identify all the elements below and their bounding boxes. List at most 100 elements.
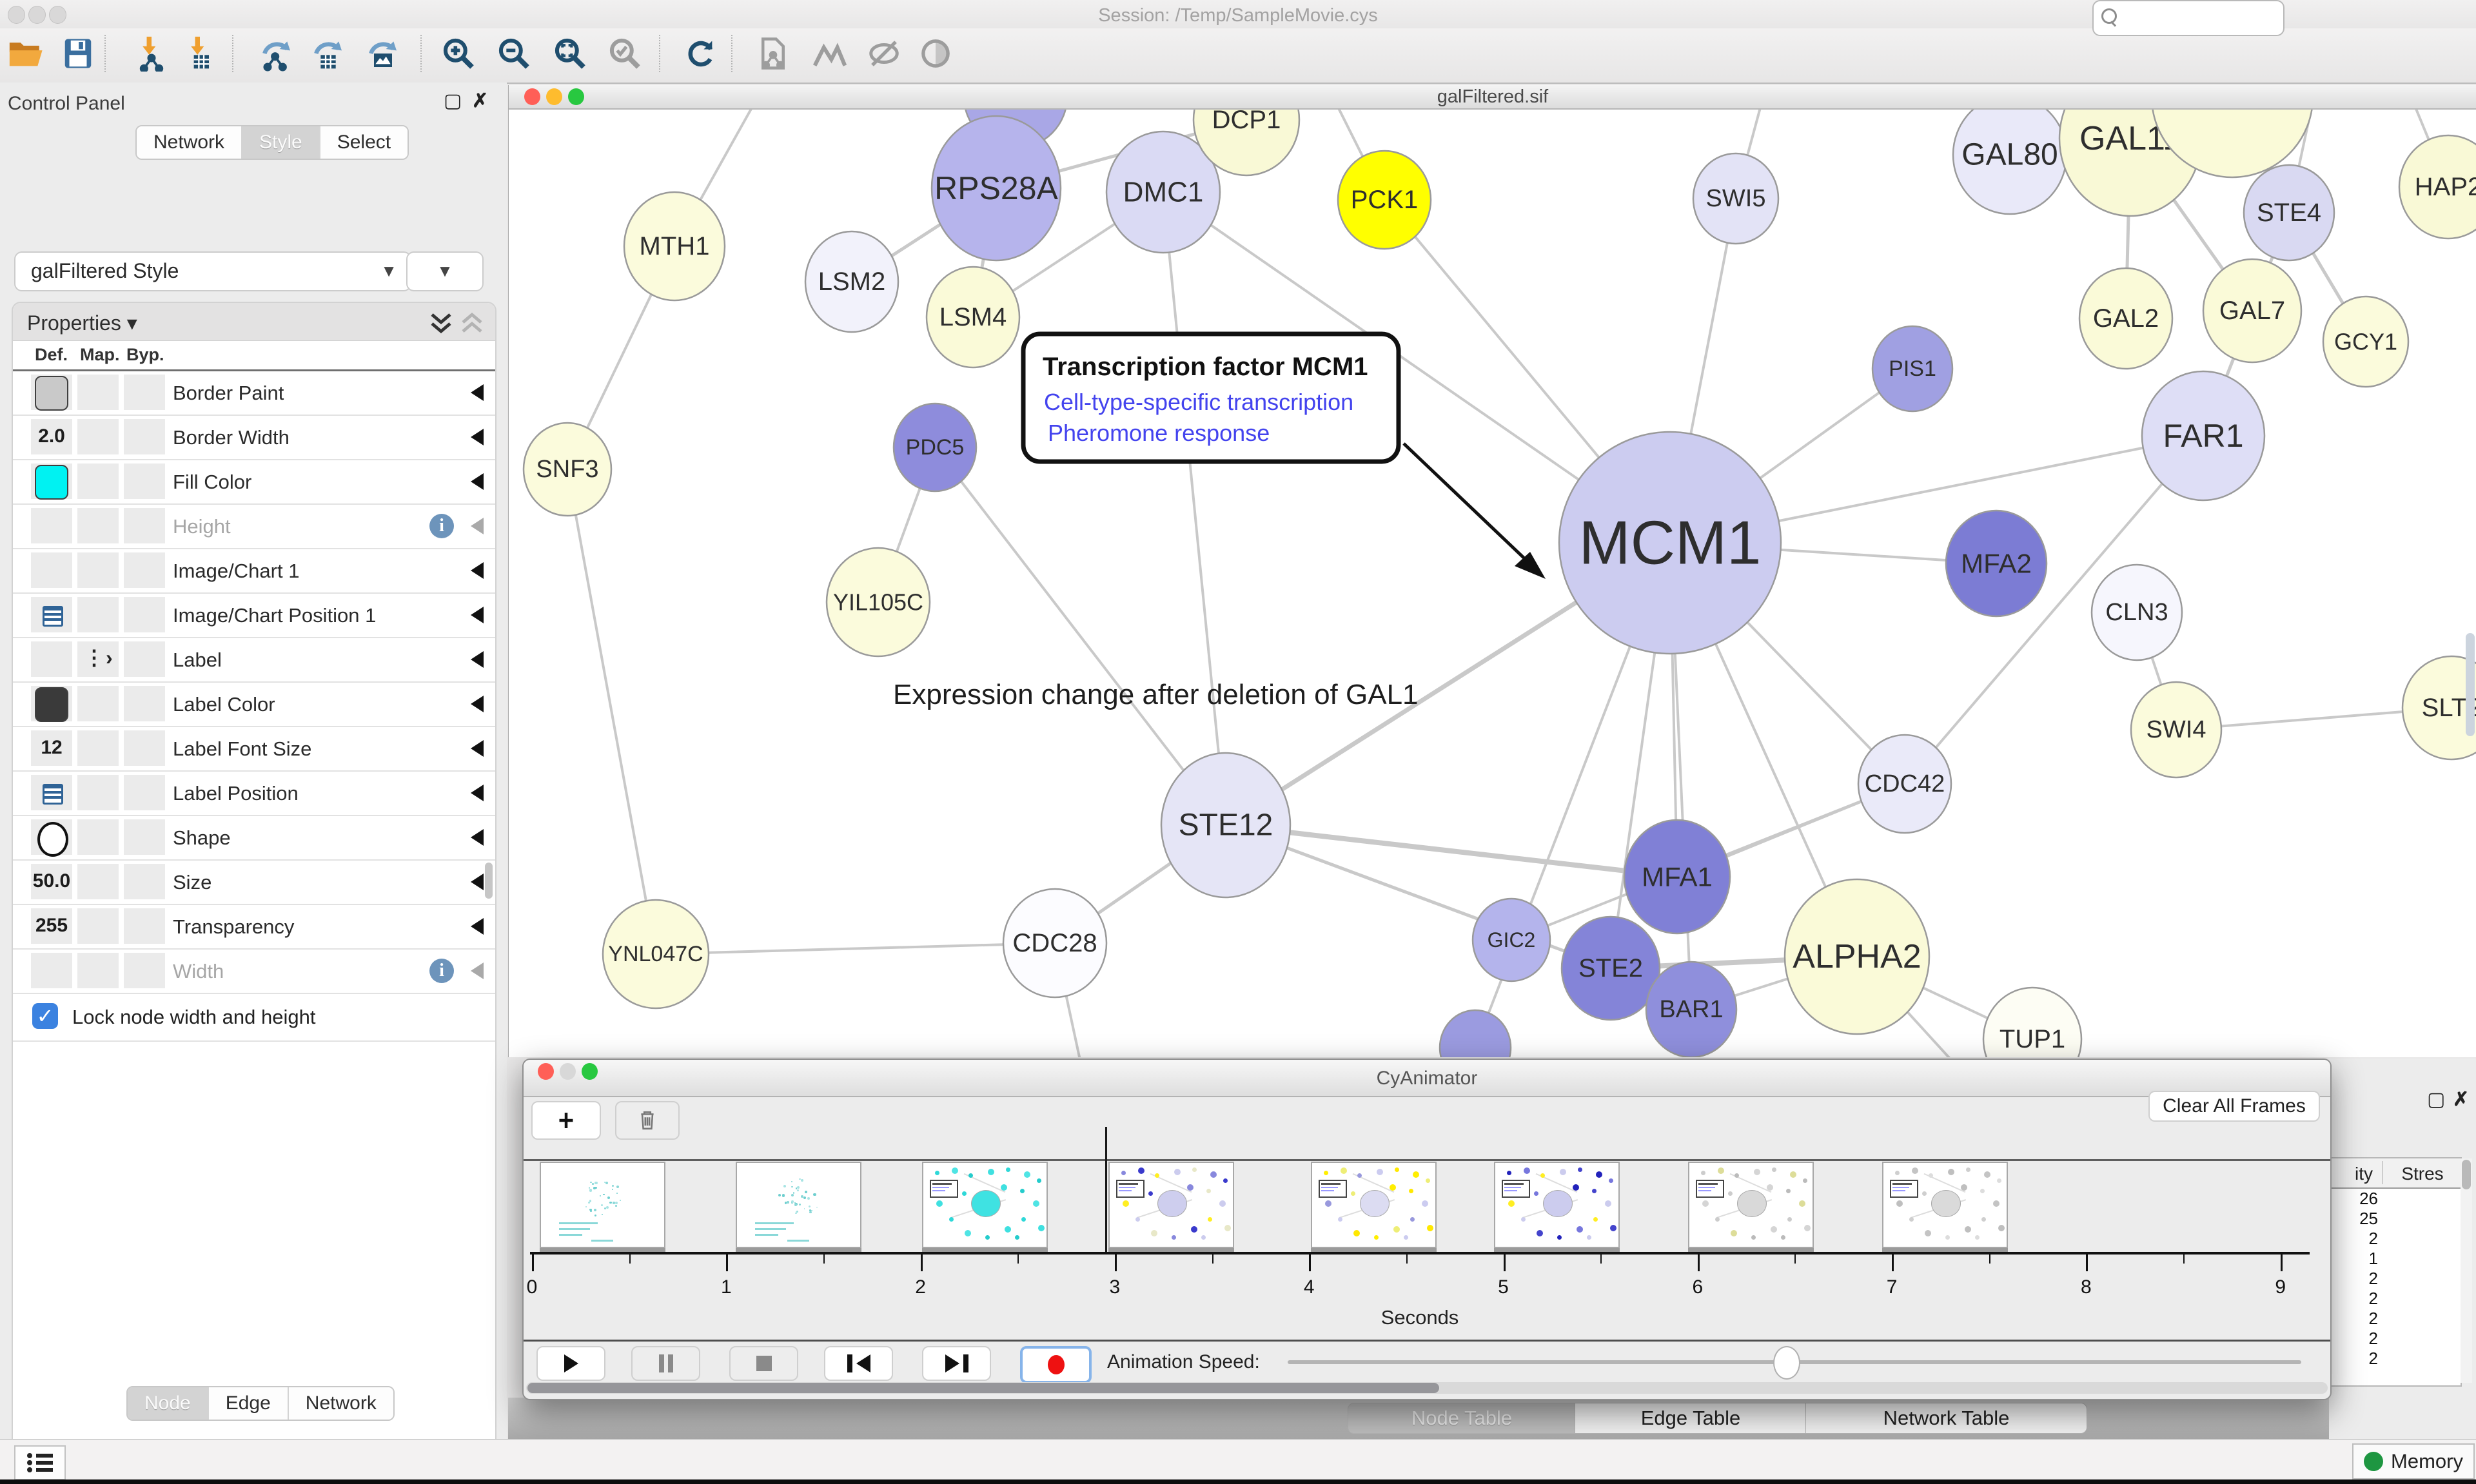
tab-select[interactable]: Select bbox=[320, 126, 408, 159]
hide-glasses-icon[interactable] bbox=[865, 34, 903, 73]
network-node-GAL2[interactable]: GAL2 bbox=[2079, 268, 2172, 369]
network-node-BAR1[interactable]: BAR1 bbox=[1646, 962, 1736, 1057]
expand-left-icon[interactable] bbox=[471, 874, 484, 890]
pause-button[interactable] bbox=[631, 1346, 700, 1381]
table-row[interactable]: 2 bbox=[2330, 1349, 2461, 1369]
property-row-transparency[interactable]: 255 Transparency bbox=[13, 905, 495, 950]
mapping-cell[interactable] bbox=[77, 686, 119, 721]
table-row[interactable]: 2 bbox=[2330, 1309, 2461, 1329]
network-edge[interactable] bbox=[1163, 192, 1226, 825]
bypass-cell[interactable] bbox=[124, 908, 165, 944]
default-value-cell[interactable] bbox=[31, 508, 72, 543]
network-node-YIL105C[interactable]: YIL105C bbox=[827, 548, 930, 656]
tab-node-table[interactable]: Node Table bbox=[1348, 1403, 1576, 1434]
network-edge[interactable] bbox=[567, 469, 656, 954]
zoom-selected-icon[interactable] bbox=[606, 34, 644, 73]
property-row-height[interactable]: Height i bbox=[13, 505, 495, 549]
mapping-cell[interactable] bbox=[77, 908, 119, 944]
default-value-cell[interactable] bbox=[31, 819, 72, 855]
mapping-cell[interactable] bbox=[77, 419, 119, 454]
default-value-cell[interactable] bbox=[31, 375, 72, 410]
table-row[interactable]: 2 bbox=[2330, 1229, 2461, 1249]
info-icon[interactable]: i bbox=[429, 514, 454, 538]
expand-left-icon[interactable] bbox=[471, 429, 484, 445]
play-button[interactable] bbox=[536, 1346, 605, 1381]
expand-left-icon[interactable] bbox=[471, 651, 484, 668]
animation-speed-thumb[interactable] bbox=[1773, 1346, 1800, 1380]
bypass-cell[interactable] bbox=[124, 464, 165, 499]
import-table-icon[interactable] bbox=[181, 34, 219, 73]
table-row[interactable]: 1 bbox=[2330, 1249, 2461, 1269]
add-frame-button[interactable] bbox=[531, 1101, 601, 1140]
network-node-GCY1[interactable]: GCY1 bbox=[2323, 297, 2408, 387]
float-icon[interactable]: ▢ bbox=[2427, 1088, 2445, 1111]
network-node-SWI4[interactable]: SWI4 bbox=[2131, 682, 2221, 777]
network-node-GAL7[interactable]: GAL7 bbox=[2203, 259, 2301, 362]
expand-left-icon[interactable] bbox=[471, 562, 484, 579]
default-value-cell[interactable] bbox=[31, 552, 72, 588]
bypass-cell[interactable] bbox=[124, 864, 165, 899]
tab-network[interactable]: Network bbox=[137, 126, 242, 159]
timeline-frame-5[interactable] bbox=[1311, 1162, 1437, 1248]
table-row[interactable]: 25 bbox=[2330, 1209, 2461, 1229]
mapping-cell[interactable] bbox=[77, 864, 119, 899]
mapping-cell[interactable] bbox=[77, 375, 119, 410]
bypass-cell[interactable] bbox=[124, 730, 165, 766]
network-node-LSM2[interactable]: LSM2 bbox=[805, 231, 898, 332]
network-node-YNL047C[interactable]: YNL047C bbox=[603, 900, 709, 1008]
show-eye-icon[interactable] bbox=[917, 34, 954, 73]
table-row[interactable]: 2 bbox=[2330, 1289, 2461, 1309]
lock-checkbox[interactable]: ✓ bbox=[32, 1003, 58, 1029]
property-row-fill-color[interactable]: Fill Color bbox=[13, 460, 495, 505]
network-window-titlebar[interactable]: galFiltered.sif bbox=[509, 85, 2476, 110]
expand-left-icon[interactable] bbox=[471, 518, 484, 534]
default-value-cell[interactable] bbox=[31, 686, 72, 721]
save-icon[interactable] bbox=[59, 34, 97, 73]
expand-left-icon[interactable] bbox=[471, 384, 484, 401]
timeline-frame-6[interactable] bbox=[1494, 1162, 1620, 1248]
properties-scrollbar[interactable] bbox=[485, 863, 493, 899]
export-image-icon[interactable] bbox=[364, 34, 402, 73]
search-input[interactable] bbox=[2092, 0, 2284, 36]
network-node-HAP2[interactable]: HAP2 bbox=[2399, 135, 2476, 239]
timeline-playhead[interactable] bbox=[1105, 1127, 1107, 1252]
network-node-STE4[interactable]: STE4 bbox=[2244, 165, 2334, 260]
network-node-smallCut[interactable] bbox=[1440, 1010, 1511, 1057]
property-row-label-position[interactable]: Label Position bbox=[13, 772, 495, 816]
mapping-cell[interactable] bbox=[77, 597, 119, 632]
cyanimator-scrollbar[interactable] bbox=[526, 1382, 2328, 1394]
mapping-cell[interactable] bbox=[77, 508, 119, 543]
bypass-cell[interactable] bbox=[124, 508, 165, 543]
tab-edge[interactable]: Edge bbox=[209, 1387, 289, 1420]
info-icon[interactable]: i bbox=[429, 959, 454, 983]
property-row-image-chart-position-1[interactable]: Image/Chart Position 1 bbox=[13, 594, 495, 638]
network-canvas[interactable]: RPS28ADMC1DCP1PCK1SWI5GAL80GAL11STE4HAP2… bbox=[509, 110, 2476, 1057]
network-node-GIC2[interactable]: GIC2 bbox=[1473, 899, 1550, 981]
mapping-cell[interactable] bbox=[77, 464, 119, 499]
network-node-SWI5[interactable]: SWI5 bbox=[1693, 153, 1778, 244]
bypass-cell[interactable] bbox=[124, 375, 165, 410]
zoom-out-icon[interactable] bbox=[495, 34, 533, 73]
network-node-SNF3[interactable]: SNF3 bbox=[524, 423, 611, 516]
default-value-cell[interactable]: 2.0 bbox=[31, 419, 72, 454]
network-node-TUP1[interactable]: TUP1 bbox=[1983, 988, 2081, 1057]
default-value-cell[interactable]: 50.0 bbox=[31, 864, 72, 899]
zoom-fit-icon[interactable] bbox=[551, 34, 589, 73]
close-icon[interactable]: ✗ bbox=[2453, 1088, 2469, 1111]
expand-left-icon[interactable] bbox=[471, 785, 484, 801]
timeline-frame-1[interactable] bbox=[540, 1162, 665, 1248]
export-network-icon[interactable] bbox=[258, 34, 295, 73]
default-value-cell[interactable]: 255 bbox=[31, 908, 72, 944]
network-node-GAL80[interactable]: GAL80 bbox=[1953, 110, 2067, 214]
refresh-icon[interactable] bbox=[682, 34, 720, 73]
import-network-icon[interactable] bbox=[133, 34, 170, 73]
default-value-cell[interactable] bbox=[31, 953, 72, 988]
network-node-PCK1[interactable]: PCK1 bbox=[1338, 151, 1431, 249]
tab-style[interactable]: Style bbox=[242, 126, 320, 159]
timeline-frame-4[interactable] bbox=[1108, 1162, 1234, 1248]
mapping-cell[interactable] bbox=[77, 775, 119, 810]
expand-left-icon[interactable] bbox=[471, 607, 484, 623]
close-icon[interactable]: ✗ bbox=[472, 92, 488, 111]
property-row-size[interactable]: 50.0 Size bbox=[13, 861, 495, 905]
network-node-STE2[interactable]: STE2 bbox=[1562, 917, 1660, 1020]
